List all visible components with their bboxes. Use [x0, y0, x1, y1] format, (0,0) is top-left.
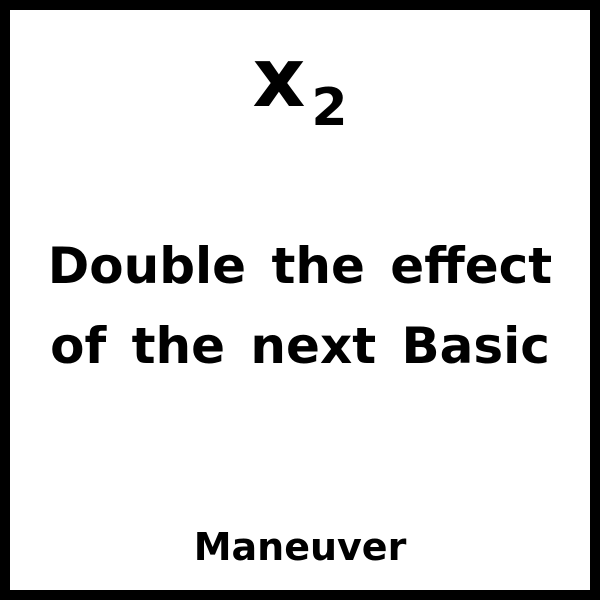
maneuver-card[interactable]: x 2 Double the effect of the next Basic … [0, 0, 600, 600]
symbol-subscript: 2 [311, 78, 348, 138]
card-symbol: x 2 [10, 38, 590, 138]
card-effect-text: Double the effect of the next Basic [30, 226, 570, 386]
effect-line-2: of the next Basic [50, 317, 550, 375]
effect-line-1: Double the effect [47, 237, 553, 295]
card-type-label: Maneuver [193, 525, 407, 569]
symbol-main: x [252, 31, 306, 126]
